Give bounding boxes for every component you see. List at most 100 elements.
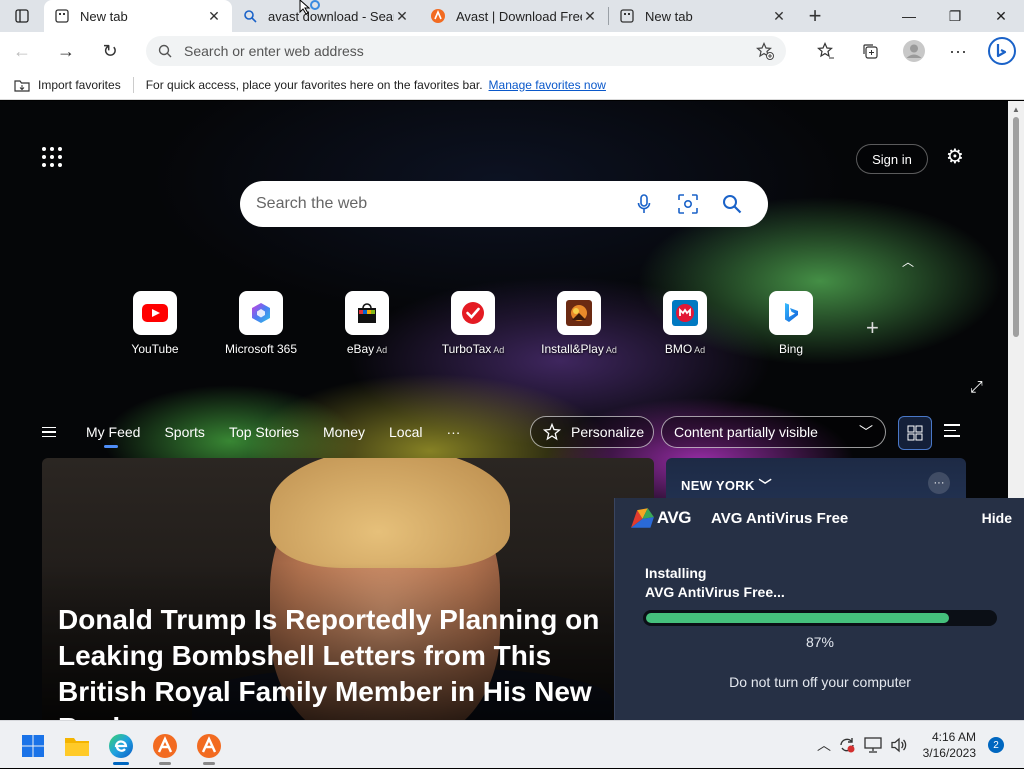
collapse-tiles-button[interactable]: ︿	[902, 253, 914, 270]
tile-label: BMO Ad	[665, 342, 705, 356]
taskbar-avast-2[interactable]	[192, 729, 226, 765]
tile-youtube[interactable]: YouTube	[102, 291, 208, 356]
running-indicator	[159, 762, 171, 765]
avg-hide-button[interactable]: Hide	[982, 510, 1012, 526]
feed-menu-icon[interactable]	[42, 426, 72, 438]
web-search-input[interactable]	[256, 195, 622, 213]
tab-new-tab-2[interactable]: New tab ✕	[609, 0, 797, 32]
volume-icon[interactable]	[886, 737, 912, 753]
tab-avast-search[interactable]: avast download - Search ✕	[232, 0, 420, 32]
list-view-button[interactable]	[944, 424, 960, 437]
grid-view-button[interactable]	[898, 416, 932, 450]
app-launcher-button[interactable]	[42, 147, 62, 167]
plus-icon: +	[866, 315, 879, 340]
collections-button[interactable]	[848, 32, 892, 70]
more-options-icon: ···	[933, 477, 945, 489]
hero-article-card[interactable]: Donald Trump Is Reportedly Planning on L…	[42, 458, 654, 720]
content-visibility-value: Content partially visible	[674, 424, 818, 440]
minimize-button[interactable]: —	[886, 0, 932, 32]
weather-more-button[interactable]: ···	[928, 472, 950, 494]
taskbar-edge[interactable]	[104, 729, 138, 765]
hero-headline[interactable]: Donald Trump Is Reportedly Planning on L…	[58, 602, 638, 720]
back-arrow-icon: ←	[13, 40, 31, 61]
tab-label: avast download - Search	[268, 8, 394, 24]
ebay-bag-icon	[358, 303, 376, 323]
back-button[interactable]: ←	[0, 32, 44, 70]
avatar-icon	[903, 40, 925, 62]
taskbar-clock[interactable]: 4:16 AM 3/16/2023	[920, 729, 976, 761]
feed-tab-top-stories[interactable]: Top Stories	[229, 424, 299, 440]
close-tab-icon[interactable]: ✕	[582, 8, 598, 24]
start-button[interactable]	[16, 729, 50, 763]
clock-time: 4:16 AM	[931, 730, 976, 744]
web-search-box[interactable]	[240, 181, 768, 227]
restore-button[interactable]: ❐	[932, 0, 978, 32]
page-settings-button[interactable]: ⚙	[944, 145, 966, 168]
profile-button[interactable]	[892, 32, 936, 70]
tile-turbotax[interactable]: TurboTax Ad	[420, 291, 526, 356]
settings-menu-button[interactable]: ···	[936, 32, 980, 70]
tab-avast-download[interactable]: Avast | Download Free A ✕	[420, 0, 608, 32]
microphone-icon	[637, 194, 651, 213]
visual-search-button[interactable]	[666, 184, 710, 224]
tab-label: New tab	[645, 8, 693, 24]
taskbar-avast-1[interactable]	[148, 729, 182, 765]
manage-favorites-link[interactable]: Manage favorites now	[489, 78, 606, 92]
avast-icon	[197, 734, 221, 758]
tile-icon-box	[557, 291, 601, 335]
close-tab-icon[interactable]: ✕	[206, 8, 222, 24]
search-icon	[723, 195, 742, 214]
tile-install-and-play[interactable]: Install&Play Ad	[526, 291, 632, 356]
weather-location[interactable]: NEW YORK ﹀	[681, 475, 772, 494]
edge-icon	[109, 734, 133, 758]
address-bar[interactable]	[146, 36, 786, 66]
feed-tab-sports[interactable]: Sports	[164, 424, 204, 440]
chevron-up-icon[interactable]: ︿	[814, 735, 834, 755]
avg-logo-icon	[631, 508, 654, 528]
import-favorites-button[interactable]: Import favorites	[0, 78, 133, 92]
voice-search-button[interactable]	[622, 184, 666, 224]
minimize-icon: —	[902, 8, 916, 24]
feed-tab-my-feed[interactable]: My Feed	[86, 424, 140, 448]
running-indicator	[203, 762, 215, 765]
collections-icon	[863, 44, 878, 59]
tab-actions-button[interactable]	[0, 0, 44, 32]
feed-tab-local[interactable]: Local	[389, 424, 422, 440]
tab-new-tab-1[interactable]: New tab ✕	[44, 0, 232, 32]
search-icon	[158, 44, 172, 58]
new-tab-button[interactable]: +	[797, 0, 833, 32]
bing-chat-button[interactable]	[980, 32, 1024, 70]
content-visibility-dropdown[interactable]: Content partially visible ﹀	[661, 416, 886, 448]
tile-name: eBay	[346, 342, 375, 356]
add-favorite-icon[interactable]	[756, 42, 774, 60]
feed-tab-money[interactable]: Money	[323, 424, 365, 440]
avg-popup-title: AVG AntiVirus Free	[711, 509, 849, 527]
network-icon[interactable]	[860, 737, 886, 753]
expand-background-button[interactable]: ⤢	[970, 379, 983, 397]
search-submit-button[interactable]	[710, 184, 754, 224]
refresh-button[interactable]: ↻	[88, 32, 132, 70]
sign-in-button[interactable]: Sign in	[856, 144, 928, 174]
update-icon[interactable]	[834, 736, 860, 754]
folder-icon	[65, 738, 89, 756]
tile-bing[interactable]: Bing	[738, 291, 844, 356]
feed-more-button[interactable]: ···	[446, 424, 460, 440]
tile-icon-box	[451, 291, 495, 335]
tile-microsoft-365[interactable]: Microsoft 365	[208, 291, 314, 356]
close-tab-icon[interactable]: ✕	[394, 8, 410, 24]
close-tab-icon[interactable]: ✕	[771, 8, 787, 24]
add-site-button[interactable]: +	[866, 315, 879, 341]
tile-bmo[interactable]: BMO Ad	[632, 291, 738, 356]
scrollbar-thumb[interactable]	[1013, 117, 1019, 337]
address-input[interactable]	[184, 43, 756, 59]
close-window-button[interactable]: ✕	[978, 0, 1024, 32]
taskbar-file-explorer[interactable]	[60, 729, 94, 763]
notification-badge[interactable]: 2	[988, 737, 1004, 753]
favorites-button[interactable]	[804, 32, 848, 70]
personalize-button[interactable]: Personalize	[530, 416, 654, 448]
forward-button[interactable]: →	[44, 32, 88, 70]
avg-brand: AVG	[656, 508, 692, 527]
tile-ebay[interactable]: eBay Ad	[314, 291, 420, 356]
tile-name: BMO	[664, 342, 693, 356]
camera-search-icon	[678, 194, 698, 214]
